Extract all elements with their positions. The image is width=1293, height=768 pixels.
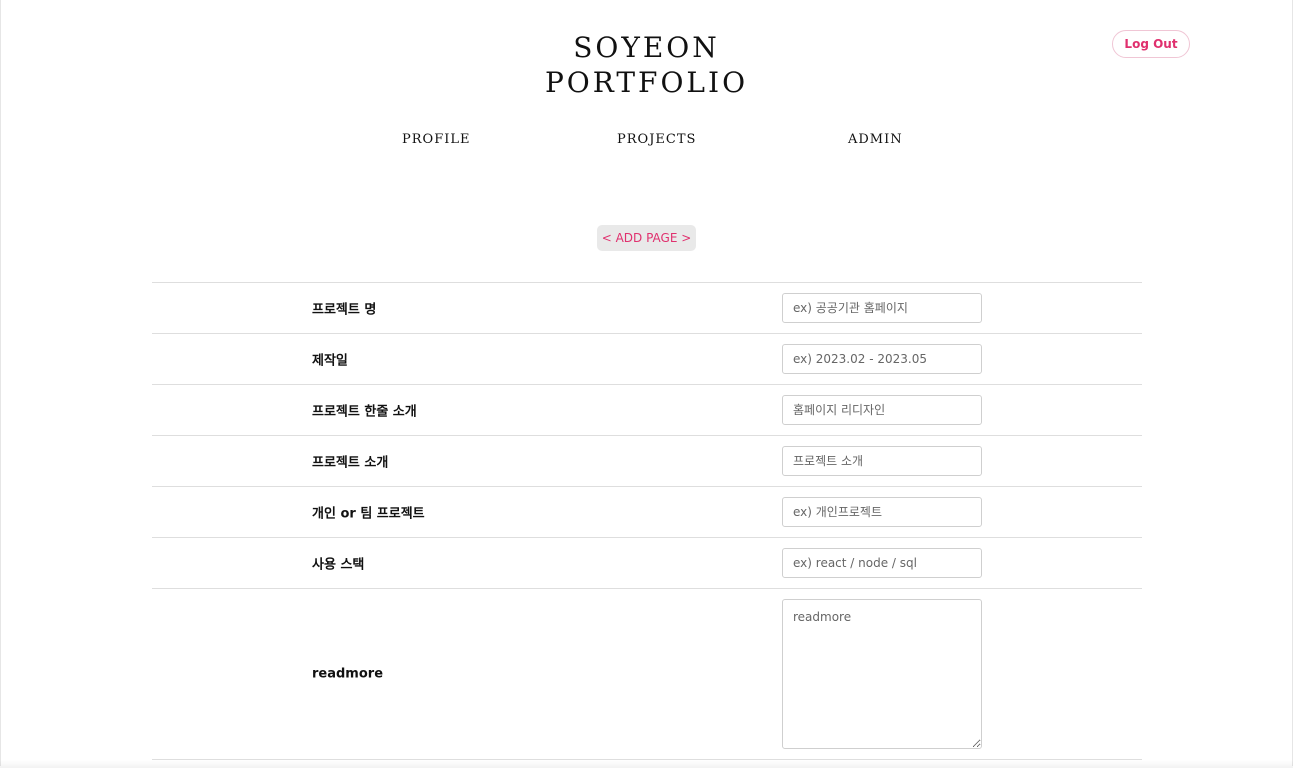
form-row-production-date: 제작일 [152,334,1142,385]
nav-item-projects[interactable]: PROJECTS [617,132,696,147]
form-row-one-line-intro: 프로젝트 한줄 소개 [152,385,1142,436]
tech-stack-label: 사용 스택 [312,557,365,573]
tech-stack-input[interactable] [782,548,982,578]
project-name-label: 프로젝트 명 [312,302,377,318]
project-name-input[interactable] [782,293,982,323]
project-type-label: 개인 or 팀 프로젝트 [312,506,425,522]
production-date-input[interactable] [782,344,982,374]
form-row-readmore: readmore [152,589,1142,760]
form-row-project-type: 개인 or 팀 프로젝트 [152,487,1142,538]
readmore-textarea[interactable] [782,599,982,749]
form-row-project-name: 프로젝트 명 [152,283,1142,334]
project-intro-label: 프로젝트 소개 [312,455,389,471]
one-line-intro-input[interactable] [782,395,982,425]
logo-line-1: SOYEON [573,31,720,64]
project-intro-input[interactable] [782,446,982,476]
add-project-form: 프로젝트 명 제작일 프로젝트 한줄 소개 프로젝트 소개 개인 or 팀 프로… [152,282,1142,760]
logo-line-2: PORTFOLIO [544,66,749,99]
form-row-tech-stack: 사용 스택 [152,538,1142,589]
add-page-title: < ADD PAGE > [597,225,696,251]
site-logo[interactable]: SOYEON PORTFOLIO [0,30,1293,100]
bottom-shadow [0,760,1293,768]
logout-button[interactable]: Log Out [1112,30,1190,58]
form-row-project-intro: 프로젝트 소개 [152,436,1142,487]
production-date-label: 제작일 [312,353,348,369]
nav-item-profile[interactable]: PROFILE [402,132,470,147]
one-line-intro-label: 프로젝트 한줄 소개 [312,404,417,420]
nav-item-admin[interactable]: ADMIN [848,132,903,147]
readmore-label: readmore [312,666,384,682]
project-type-input[interactable] [782,497,982,527]
